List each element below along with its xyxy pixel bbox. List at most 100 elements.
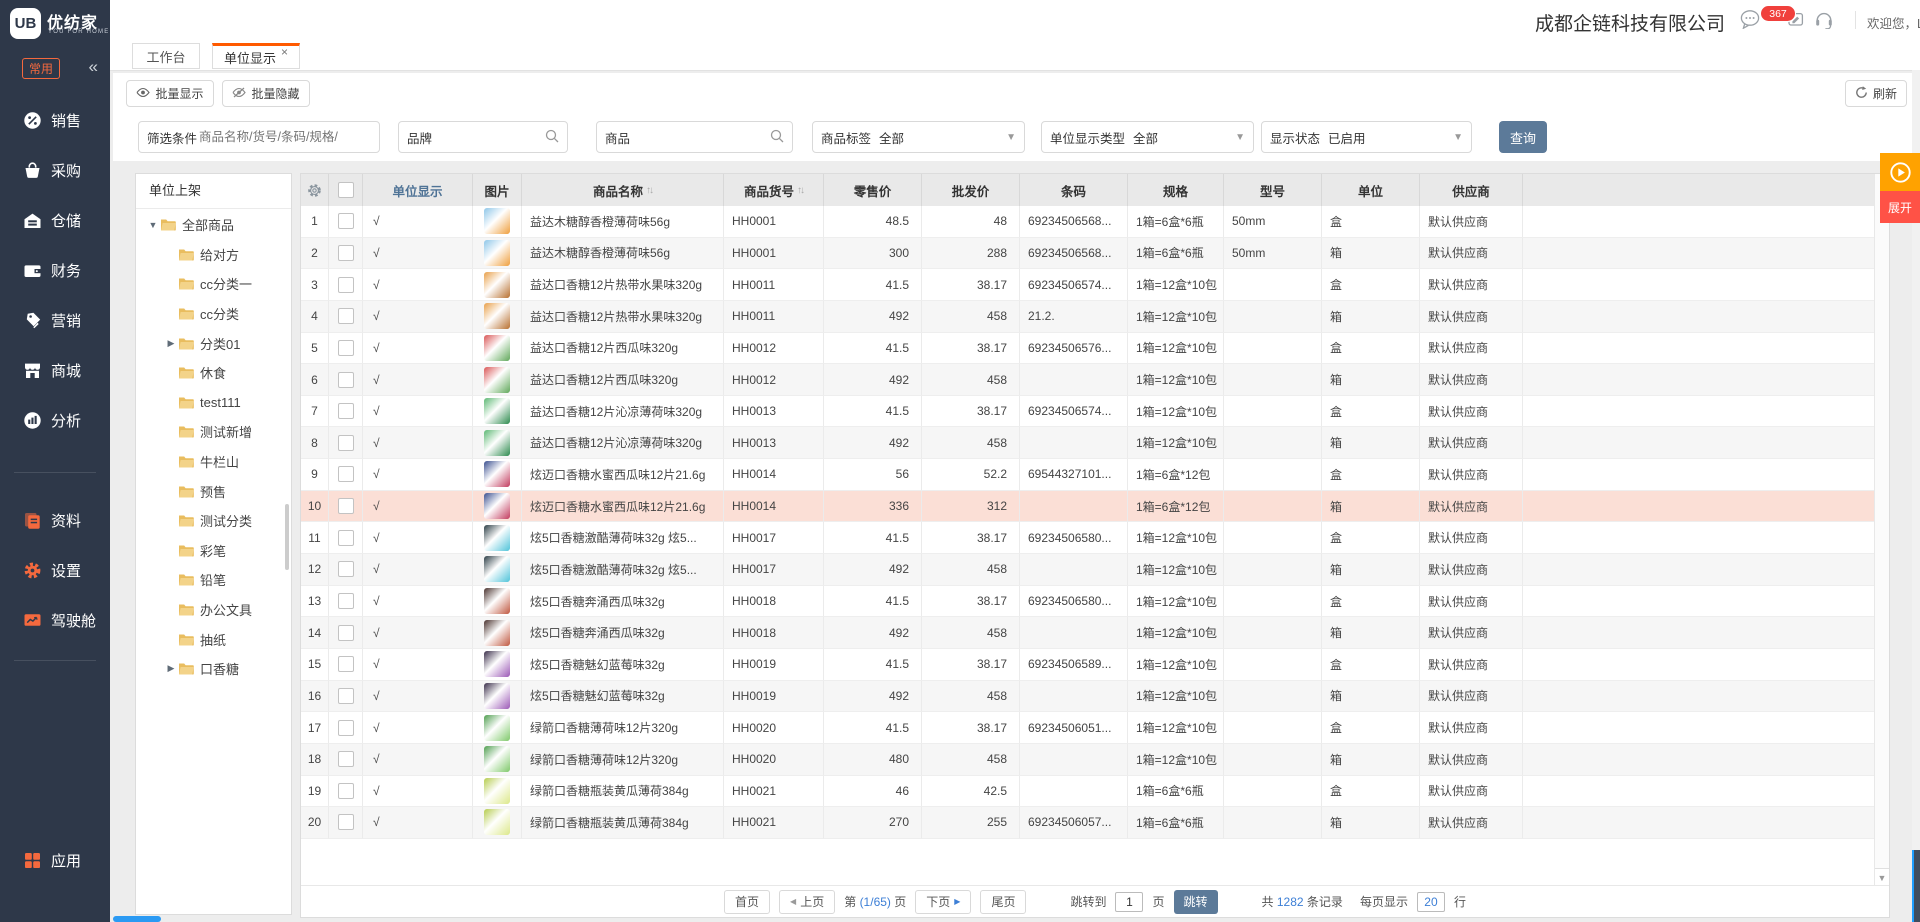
table-row[interactable]: 18√绿箭口香糖薄荷味12片320gHH00204804581箱=12盒*10包… (301, 744, 1874, 776)
row-checkbox[interactable] (338, 372, 354, 388)
table-scrollbar[interactable]: ▼ (1874, 174, 1889, 887)
query-button[interactable]: 查询 (1499, 121, 1547, 153)
table-row[interactable]: 12√炫5口香糖激酷薄荷味32g 炫5...HH00174924581箱=12盒… (301, 554, 1874, 586)
table-row[interactable]: 11√炫5口香糖激酷薄荷味32g 炫5...HH001741.538.17692… (301, 522, 1874, 554)
tree-item[interactable]: 铅笔 (136, 565, 291, 595)
column-header[interactable]: 商品名称↑↓ (522, 174, 724, 206)
batch-hide-button[interactable]: 批量隐藏 (222, 80, 310, 107)
message-icon[interactable] (1740, 10, 1762, 30)
row-checkbox[interactable] (338, 435, 354, 451)
expand-button[interactable]: 展开 (1880, 191, 1920, 223)
product-thumbnail[interactable] (484, 715, 510, 741)
product-thumbnail[interactable] (484, 240, 510, 266)
column-header[interactable]: 商品货号↑↓ (724, 174, 824, 206)
search-icon[interactable] (770, 129, 784, 146)
select-all-checkbox[interactable] (338, 182, 354, 198)
product-thumbnail[interactable] (484, 272, 510, 298)
table-row[interactable]: 5√益达口香糖12片西瓜味320gHH001241.538.1769234506… (301, 333, 1874, 365)
sidebar-item-finance[interactable]: 财务 (0, 245, 110, 295)
row-checkbox[interactable] (338, 466, 354, 482)
user-menu[interactable]: 欢迎您，LK演示123∨ (1867, 13, 1920, 32)
table-row[interactable]: 15√炫5口香糖魅幻蓝莓味32gHH001941.538.17692345065… (301, 649, 1874, 681)
table-row[interactable]: 14√炫5口香糖奔涌西瓜味32gHH00184924581箱=12盒*10包箱默… (301, 617, 1874, 649)
table-row[interactable]: 13√炫5口香糖奔涌西瓜味32gHH001841.538.17692345065… (301, 586, 1874, 618)
row-checkbox[interactable] (338, 625, 354, 641)
tab-workbench[interactable]: 工作台 (132, 43, 200, 69)
product-thumbnail[interactable] (484, 398, 510, 424)
sidebar-item-marketing[interactable]: 营销 (0, 295, 110, 345)
gear-icon[interactable] (307, 183, 322, 198)
sidebar-item-purchase[interactable]: 采购 (0, 145, 110, 195)
product-thumbnail[interactable] (484, 556, 510, 582)
keyword-input[interactable] (197, 129, 371, 145)
per-page-input[interactable] (1417, 892, 1445, 912)
row-checkbox[interactable] (338, 308, 354, 324)
row-checkbox[interactable] (338, 245, 354, 261)
batch-show-button[interactable]: 批量显示 (126, 80, 214, 107)
prev-page-button[interactable]: ◀上页 (779, 890, 835, 914)
sidebar-item-analysis[interactable]: 分析 (0, 395, 110, 445)
product-thumbnail[interactable] (484, 778, 510, 804)
table-row[interactable]: 6√益达口香糖12片西瓜味320gHH00124924581箱=12盒*10包箱… (301, 364, 1874, 396)
brand-input[interactable] (432, 129, 545, 145)
row-checkbox[interactable] (338, 403, 354, 419)
table-row[interactable]: 16√炫5口香糖魅幻蓝莓味32gHH00194924581箱=12盒*10包箱默… (301, 681, 1874, 713)
sort-icon[interactable]: ↑↓ (797, 185, 803, 196)
product-thumbnail[interactable] (484, 335, 510, 361)
table-row[interactable]: 9√炫迈口香糖水蜜西瓜味12片21.6gHH00145652.269544327… (301, 459, 1874, 491)
row-checkbox[interactable] (338, 814, 354, 830)
product-thumbnail[interactable] (484, 746, 510, 772)
sidebar-item-warehouse[interactable]: 仓储 (0, 195, 110, 245)
product-thumbnail[interactable] (484, 525, 510, 551)
headset-icon[interactable] (1814, 10, 1836, 30)
product-thumbnail[interactable] (484, 303, 510, 329)
row-checkbox[interactable] (338, 688, 354, 704)
tree-item[interactable]: cc分类 (136, 299, 291, 329)
sidebar-item-settings[interactable]: 设置 (0, 545, 110, 595)
row-checkbox[interactable] (338, 751, 354, 767)
table-row[interactable]: 2√益达木糖醇香橙薄荷味56gHH000130028869234506568..… (301, 238, 1874, 270)
tree-item[interactable]: ▼全部商品 (136, 210, 291, 240)
unit-type-filter-select[interactable]: 单位显示类型 全部 ▼ (1041, 121, 1254, 153)
keyword-filter-input[interactable]: 筛选条件 (138, 121, 380, 153)
tree-item[interactable]: test111 (136, 388, 291, 418)
table-row[interactable]: 20√绿箭口香糖瓶装黄瓜薄荷384gHH00212702556923450605… (301, 807, 1874, 839)
brand-filter-input[interactable]: 品牌 (398, 121, 568, 153)
product-thumbnail[interactable] (484, 493, 510, 519)
product-thumbnail[interactable] (484, 208, 510, 234)
table-row[interactable]: 4√益达口香糖12片热带水果味320gHH001149245821.2.1箱=1… (301, 301, 1874, 333)
tree-expander-icon[interactable]: ▶ (164, 663, 178, 674)
tree-item[interactable]: 办公文具 (136, 595, 291, 625)
jump-page-input[interactable] (1115, 892, 1143, 912)
tree-item[interactable]: 测试新增 (136, 417, 291, 447)
product-filter-input[interactable]: 商品 (596, 121, 793, 153)
search-icon[interactable] (545, 129, 559, 146)
product-thumbnail[interactable] (484, 588, 510, 614)
tree-item[interactable]: 测试分类 (136, 506, 291, 536)
tree-item[interactable]: ▶口香糖 (136, 654, 291, 684)
product-thumbnail[interactable] (484, 651, 510, 677)
app-logo[interactable]: UB 优纺家 YOU FOR HOME (0, 0, 110, 48)
next-page-button[interactable]: 下页▶ (915, 890, 971, 914)
product-input[interactable] (630, 129, 770, 145)
row-checkbox[interactable] (338, 783, 354, 799)
product-thumbnail[interactable] (484, 683, 510, 709)
sidebar-item-apps[interactable]: 应用 (0, 838, 110, 882)
tree-item[interactable]: 牛栏山 (136, 447, 291, 477)
jump-button[interactable]: 跳转 (1174, 890, 1218, 914)
horizontal-scrollbar-thumb[interactable] (113, 916, 161, 922)
row-checkbox[interactable] (338, 720, 354, 736)
play-icon[interactable] (1880, 153, 1920, 191)
table-row[interactable]: 3√益达口香糖12片热带水果味320gHH001141.538.17692345… (301, 269, 1874, 301)
tree-item[interactable]: cc分类一 (136, 269, 291, 299)
tag-filter-select[interactable]: 商品标签 全部 ▼ (812, 121, 1025, 153)
tree-expander-icon[interactable]: ▼ (146, 220, 160, 230)
sidebar-item-sales[interactable]: 销售 (0, 95, 110, 145)
close-icon[interactable]: × (281, 45, 288, 59)
tree-item[interactable]: 休食 (136, 358, 291, 388)
sidebar-item-mall[interactable]: 商城 (0, 345, 110, 395)
refresh-button[interactable]: 刷新 (1845, 80, 1907, 107)
product-thumbnail[interactable] (484, 620, 510, 646)
table-row[interactable]: 8√益达口香糖12片沁凉薄荷味320gHH00134924581箱=12盒*10… (301, 427, 1874, 459)
tree-scrollbar-thumb[interactable] (285, 504, 289, 570)
